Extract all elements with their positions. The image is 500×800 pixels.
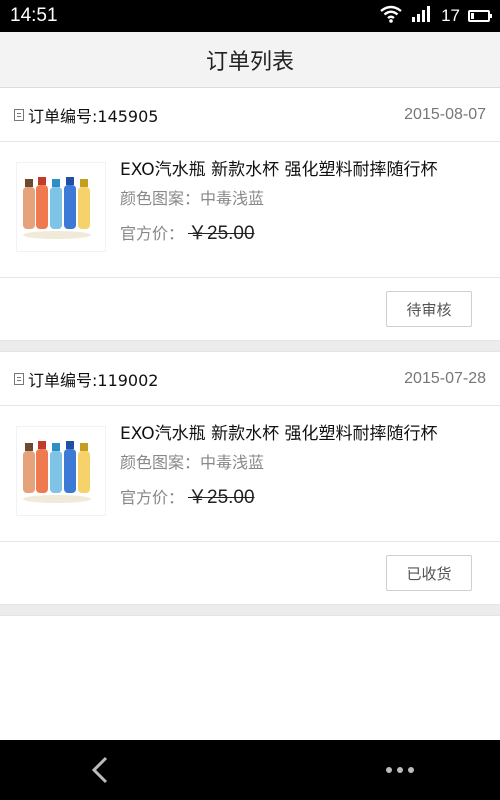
order-card[interactable]: 订单编号:145905 2015-08-07 EXO汽水瓶 新款水杯 强化塑料耐… — [0, 88, 500, 340]
order-number: 订单编号:119002 — [28, 370, 159, 390]
status-bar: 14:51 17 — [0, 0, 500, 32]
product-thumbnail[interactable] — [16, 426, 106, 516]
product-info: EXO汽水瓶 新款水杯 强化塑料耐摔随行杯 颜色图案：中毒浅蓝 官方价： ￥25… — [120, 420, 484, 509]
order-status-button[interactable]: 待审核 — [386, 291, 472, 327]
more-icon — [386, 767, 414, 773]
order-header: 订单编号:119002 2015-07-28 — [0, 352, 500, 406]
order-date: 2015-08-07 — [404, 105, 486, 123]
order-number: 订单编号:145905 — [28, 106, 159, 126]
status-time: 14:51 — [10, 5, 58, 26]
price-value: ￥25.00 — [188, 487, 255, 508]
back-icon — [91, 756, 108, 784]
wifi-icon — [379, 5, 403, 27]
price-line: 官方价： ￥25.00 — [120, 482, 484, 509]
order-footer: 待审核 — [0, 278, 500, 340]
bottles-image-icon — [23, 177, 91, 239]
order-item[interactable]: EXO汽水瓶 新款水杯 强化塑料耐摔随行杯 颜色图案：中毒浅蓝 官方价： ￥25… — [0, 142, 500, 278]
more-button[interactable] — [380, 750, 420, 790]
section-divider — [0, 340, 500, 352]
product-spec: 颜色图案：中毒浅蓝 — [120, 189, 265, 208]
nav-header: 订单列表 — [0, 32, 500, 88]
order-footer: 已收货 — [0, 542, 500, 604]
back-button[interactable] — [80, 750, 120, 790]
order-status-button[interactable]: 已收货 — [386, 555, 472, 591]
product-thumbnail[interactable] — [16, 162, 106, 252]
order-header: 订单编号:145905 2015-08-07 — [0, 88, 500, 142]
price-value: ￥25.00 — [188, 223, 255, 244]
product-name[interactable]: EXO汽水瓶 新款水杯 强化塑料耐摔随行杯 — [120, 422, 484, 446]
product-name[interactable]: EXO汽水瓶 新款水杯 强化塑料耐摔随行杯 — [120, 158, 484, 182]
order-card[interactable]: 订单编号:119002 2015-07-28 EXO汽水瓶 新款水杯 强化塑料耐… — [0, 352, 500, 604]
document-icon — [14, 108, 24, 121]
bottles-image-icon — [23, 441, 91, 503]
order-item[interactable]: EXO汽水瓶 新款水杯 强化塑料耐摔随行杯 颜色图案：中毒浅蓝 官方价： ￥25… — [0, 406, 500, 542]
battery-icon — [468, 10, 492, 22]
price-line: 官方价： ￥25.00 — [120, 218, 484, 245]
section-divider — [0, 604, 500, 616]
order-date: 2015-07-28 — [404, 369, 486, 387]
price-label: 官方价： — [120, 487, 185, 507]
battery-level: 17 — [441, 6, 460, 25]
order-list[interactable]: 订单编号:145905 2015-08-07 EXO汽水瓶 新款水杯 强化塑料耐… — [0, 88, 500, 740]
page-title: 订单列表 — [205, 49, 294, 75]
document-icon — [14, 372, 24, 385]
battery-fill — [471, 13, 474, 19]
price-label: 官方价： — [120, 223, 185, 243]
status-icons: 17 — [379, 5, 492, 27]
signal-icon — [411, 5, 433, 27]
product-spec: 颜色图案：中毒浅蓝 — [120, 453, 265, 472]
product-info: EXO汽水瓶 新款水杯 强化塑料耐摔随行杯 颜色图案：中毒浅蓝 官方价： ￥25… — [120, 156, 484, 245]
bottom-nav-bar — [0, 740, 500, 800]
